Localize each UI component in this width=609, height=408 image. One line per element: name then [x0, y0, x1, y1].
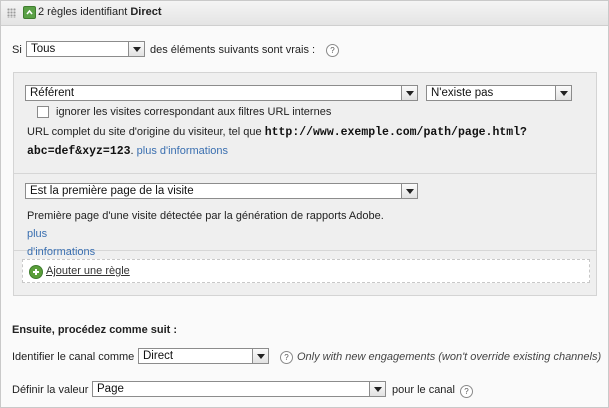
then-heading: Ensuite, procédez comme suit :: [12, 324, 178, 336]
value-value: Page: [97, 383, 124, 395]
panel-title: 2 règles identifiant Direct: [38, 6, 162, 18]
collapse-icon[interactable]: [23, 6, 36, 19]
rule-field-value: Référent: [30, 87, 75, 99]
ignore-internal-filters-label: ignorer les visites correspondant aux fi…: [56, 106, 332, 118]
value-select[interactable]: Page: [92, 381, 386, 397]
rule-field-value: Est la première page de la visite: [30, 185, 194, 197]
rule-operator-value: N'existe pas: [431, 87, 494, 99]
channel-value: Direct: [143, 350, 174, 362]
rule-operator-select[interactable]: N'existe pas: [426, 85, 572, 101]
rule-description-text: URL complet du site d'origine du visiteu…: [27, 126, 262, 138]
rule-description: Première page d'une visite détectée par …: [27, 207, 407, 261]
more-info-link[interactable]: plus d'informations: [137, 145, 228, 157]
condition-suffix: des éléments suivants sont vrais :: [150, 44, 316, 56]
add-rule-row[interactable]: Ajouter une règle: [22, 259, 590, 283]
panel-title-channel: Direct: [130, 6, 162, 18]
help-icon[interactable]: ?: [460, 385, 473, 398]
rule-field-select[interactable]: Référent: [25, 85, 418, 101]
rule-row: Est la première page de la visite Premiè…: [14, 174, 596, 258]
help-icon[interactable]: ?: [280, 351, 293, 364]
rule-description-text: Première page d'une visite détectée par …: [27, 210, 384, 222]
match-type-select[interactable]: Tous: [26, 41, 145, 57]
rule-row: Référent N'existe pas ignorer les visite…: [14, 73, 596, 174]
drag-grip-icon[interactable]: [7, 8, 16, 18]
rule-field-select[interactable]: Est la première page de la visite: [25, 183, 418, 199]
panel-title-prefix: 2 règles identifiant: [38, 6, 128, 18]
more-info-link[interactable]: plus: [27, 228, 47, 240]
chevron-down-icon: [401, 184, 417, 198]
help-icon[interactable]: ?: [326, 44, 339, 57]
match-type-value: Tous: [31, 43, 56, 55]
chevron-down-icon: [128, 42, 144, 56]
channel-select[interactable]: Direct: [138, 348, 269, 364]
add-rule-link[interactable]: Ajouter une règle: [46, 265, 130, 277]
example-url-code: http://www.exemple.com/path/page.html?: [264, 126, 527, 139]
example-query-code: abc=def&xyz=123: [27, 145, 131, 158]
channel-note: Only with new engagements (won't overrid…: [297, 351, 602, 363]
chevron-down-icon: [555, 86, 571, 100]
rule-description: URL complet du site d'origine du visiteu…: [27, 123, 587, 161]
channel-label: Identifier le canal comme: [12, 351, 135, 363]
rule-set-panel: 2 règles identifiant Direct Si Tous des …: [0, 0, 609, 408]
chevron-down-icon: [401, 86, 417, 100]
chevron-down-icon: [252, 349, 268, 363]
more-info-link-cont[interactable]: d'informations: [27, 246, 95, 258]
value-label: Définir la valeur: [12, 384, 89, 396]
panel-header: 2 règles identifiant Direct: [1, 1, 608, 26]
value-suffix: pour le canal: [392, 384, 455, 396]
ignore-internal-filters-checkbox[interactable]: [37, 106, 49, 118]
chevron-down-icon: [369, 382, 385, 396]
rule-description-period: .: [130, 145, 134, 157]
si-label: Si: [12, 44, 22, 56]
add-circle-icon[interactable]: [29, 265, 43, 279]
rules-container: Référent N'existe pas ignorer les visite…: [13, 72, 597, 296]
